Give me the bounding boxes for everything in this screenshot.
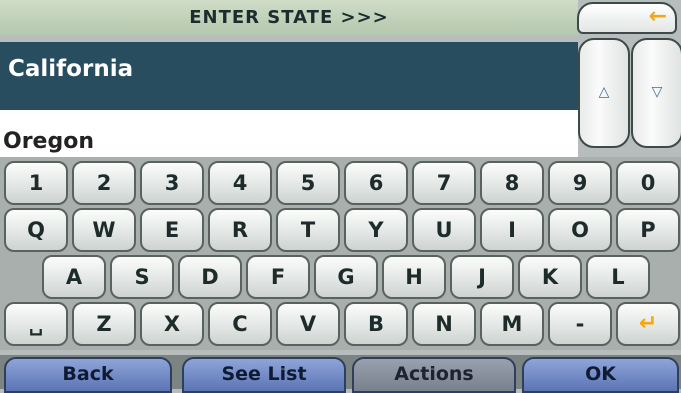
triangle-up-icon: △ <box>598 84 610 100</box>
key-s[interactable]: S <box>110 255 174 299</box>
enter-state-prompt: ENTER STATE >>> <box>189 7 389 28</box>
key-a[interactable]: A <box>42 255 106 299</box>
key-m[interactable]: M <box>480 302 544 346</box>
key-c[interactable]: C <box>208 302 272 346</box>
key-h[interactable]: H <box>382 255 446 299</box>
key-3[interactable]: 3 <box>140 161 204 205</box>
key-j[interactable]: J <box>450 255 514 299</box>
key-o[interactable]: O <box>548 208 612 252</box>
key-7[interactable]: 7 <box>412 161 476 205</box>
list-item[interactable]: Oregon <box>3 129 94 154</box>
key-k[interactable]: K <box>518 255 582 299</box>
key-u[interactable]: U <box>412 208 476 252</box>
key-x[interactable]: X <box>140 302 204 346</box>
key-l[interactable]: L <box>586 255 650 299</box>
key-i[interactable]: I <box>480 208 544 252</box>
selected-state-row[interactable]: California <box>0 42 578 110</box>
key-v[interactable]: V <box>276 302 340 346</box>
bottom-bar: Back See List Actions OK <box>0 355 681 393</box>
key-q[interactable]: Q <box>4 208 68 252</box>
key-0[interactable]: 0 <box>616 161 680 205</box>
back-button[interactable]: Back <box>4 357 172 393</box>
selected-state-label: California <box>8 56 134 82</box>
see-list-button[interactable]: See List <box>182 357 346 393</box>
key-e[interactable]: E <box>140 208 204 252</box>
title-bar: ENTER STATE >>> <box>0 0 578 36</box>
key-p[interactable]: P <box>616 208 680 252</box>
key-g[interactable]: G <box>314 255 378 299</box>
actions-button[interactable]: Actions <box>352 357 516 393</box>
key-r[interactable]: R <box>208 208 272 252</box>
back-arrow-button[interactable]: ← <box>577 2 677 34</box>
key-2[interactable]: 2 <box>72 161 136 205</box>
key-y[interactable]: Y <box>344 208 408 252</box>
key-6[interactable]: 6 <box>344 161 408 205</box>
scroll-down-button[interactable]: ▽ <box>631 38 681 148</box>
key-t[interactable]: T <box>276 208 340 252</box>
key-space[interactable]: ␣ <box>4 302 68 346</box>
state-list[interactable]: Oregon <box>0 110 578 158</box>
keyboard: 1 2 3 4 5 6 7 8 9 0 Q W E R T Y U I O P … <box>0 157 681 350</box>
key-9[interactable]: 9 <box>548 161 612 205</box>
key-1[interactable]: 1 <box>4 161 68 205</box>
triangle-down-icon: ▽ <box>651 84 663 100</box>
enter-key-icon[interactable]: ↵ <box>616 302 680 346</box>
scroll-up-button[interactable]: △ <box>578 38 630 148</box>
key-4[interactable]: 4 <box>208 161 272 205</box>
key-5[interactable]: 5 <box>276 161 340 205</box>
key-d[interactable]: D <box>178 255 242 299</box>
ok-button[interactable]: OK <box>522 357 679 393</box>
key-n[interactable]: N <box>412 302 476 346</box>
key-f[interactable]: F <box>246 255 310 299</box>
key-b[interactable]: B <box>344 302 408 346</box>
key-dash[interactable]: - <box>548 302 612 346</box>
key-z[interactable]: Z <box>72 302 136 346</box>
arrow-left-icon: ← <box>648 4 667 29</box>
key-w[interactable]: W <box>72 208 136 252</box>
key-8[interactable]: 8 <box>480 161 544 205</box>
